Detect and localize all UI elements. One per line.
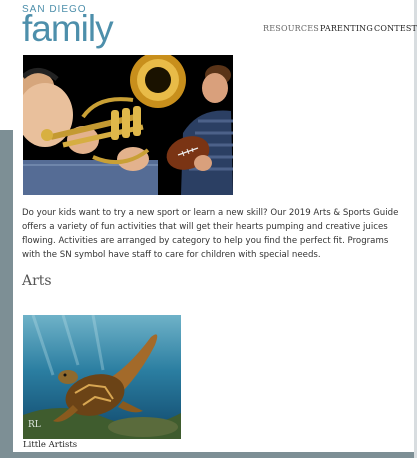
logo-wordmark: family — [22, 8, 114, 49]
page-frame-left — [0, 130, 13, 458]
page-frame-bottom — [0, 452, 417, 458]
hero-image-kids-trumpet-football — [23, 55, 233, 195]
little-artists-image[interactable]: RL — [23, 315, 181, 439]
nav-item-resources[interactable]: RESOURCES — [263, 24, 319, 33]
artist-signature: RL — [28, 420, 41, 430]
nav-item-contests[interactable]: CONTESTS — [374, 24, 417, 33]
section-title-arts: Arts — [22, 273, 52, 289]
nav-item-parenting[interactable]: PARENTING — [320, 24, 373, 33]
card-caption[interactable]: Little Artists — [23, 440, 77, 450]
intro-paragraph: Do your kids want to try a new sport or … — [22, 208, 399, 260]
site-logo[interactable]: SAN DIEGO family — [22, 2, 122, 49]
